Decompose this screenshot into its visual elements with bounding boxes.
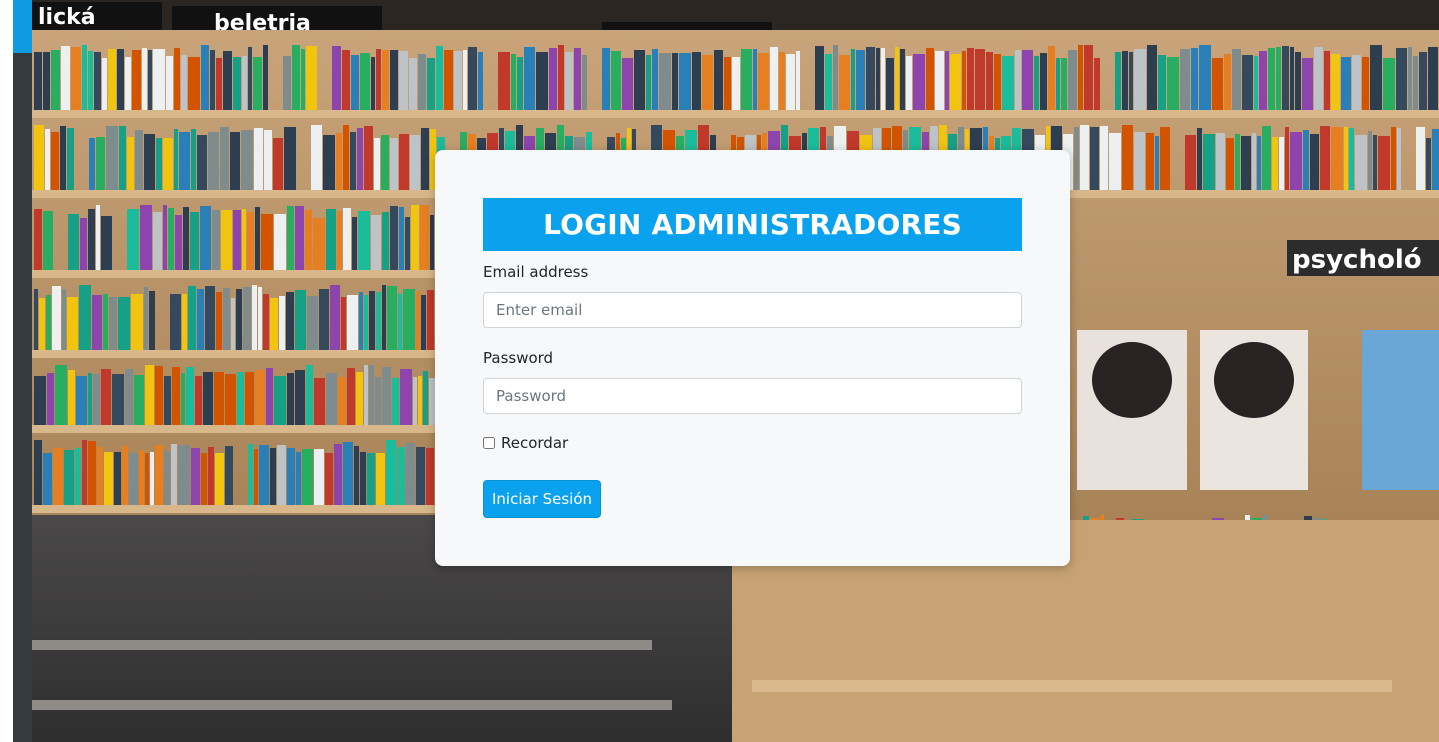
email-label: Email address xyxy=(483,263,589,281)
remember-option[interactable]: Recordar xyxy=(483,434,568,452)
password-label: Password xyxy=(483,349,554,367)
remember-label: Recordar xyxy=(501,434,569,452)
sign-psychology: psycholó xyxy=(1292,245,1422,275)
login-submit-button[interactable]: Iniciar Sesión xyxy=(483,480,601,518)
password-field[interactable] xyxy=(483,378,1022,414)
page-margin xyxy=(0,0,13,742)
remember-checkbox[interactable] xyxy=(483,437,495,449)
email-field[interactable] xyxy=(483,292,1022,328)
sidebar-strip xyxy=(13,0,32,742)
login-title: LOGIN ADMINISTRADORES xyxy=(483,198,1022,251)
login-card: LOGIN ADMINISTRADORES Email address Pass… xyxy=(435,150,1070,566)
sign-lick: lická xyxy=(38,5,96,30)
sidebar-active-tab[interactable] xyxy=(13,0,32,53)
